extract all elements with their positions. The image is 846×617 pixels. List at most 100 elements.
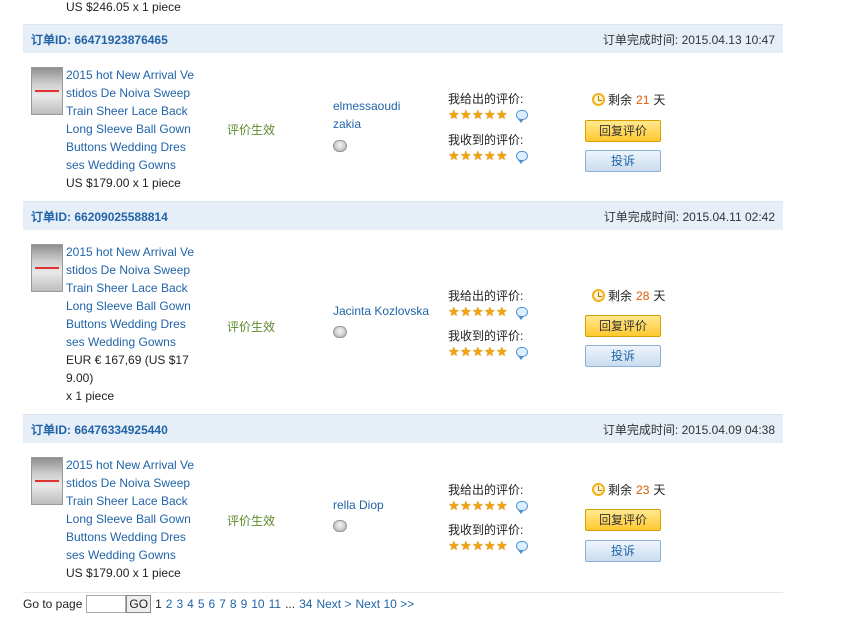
star-icon: ★ — [472, 304, 484, 319]
order-block: 订单ID: 66209025588814 订单完成时间: 2015.04.11 … — [23, 201, 783, 414]
star-icon: ★ — [472, 498, 484, 513]
page-number-input[interactable] — [86, 595, 127, 613]
product-title-link[interactable]: 2015 hot New Arrival Ve stidos De Noiva S… — [66, 456, 198, 564]
star-icon: ★ — [448, 148, 460, 163]
star-icon: ★ — [460, 498, 472, 513]
star-icon: ★ — [448, 498, 460, 513]
received-feedback-stars: ★ ★ ★ ★ ★ — [448, 344, 528, 360]
complain-button[interactable]: 投诉 — [585, 540, 661, 562]
given-feedback-label: 我给出的评价: — [448, 92, 524, 106]
order-body: 2015 hot New Arrival Ve stidos De Noiva S… — [23, 443, 783, 591]
star-icon: ★ — [460, 538, 472, 553]
order-header: 订单ID: 66209025588814 订单完成时间: 2015.04.11 … — [23, 201, 783, 230]
order-complete-time: 订单完成时间: 2015.04.09 04:38 — [602, 422, 775, 437]
star-icon: ★ — [496, 148, 508, 163]
reply-feedback-button[interactable]: 回复评价 — [585, 509, 661, 531]
feedback-status: 评价生效 — [227, 514, 276, 528]
order-id[interactable]: 订单ID: 66471923876465 — [31, 31, 168, 48]
clock-icon — [592, 289, 605, 302]
order-block: 订单ID: 66476334925440 订单完成时间: 2015.04.09 … — [23, 414, 783, 591]
star-icon: ★ — [448, 538, 460, 553]
chat-contact-icon[interactable] — [333, 140, 347, 152]
page-link-5[interactable]: 5 — [198, 597, 205, 611]
star-icon: ★ — [484, 344, 496, 359]
chat-contact-icon[interactable] — [333, 520, 347, 532]
page-link-6[interactable]: 6 — [209, 597, 216, 611]
given-feedback-stars: ★ ★ ★ ★ ★ — [448, 304, 528, 320]
star-icon: ★ — [448, 344, 460, 359]
product-thumbnail[interactable] — [31, 457, 63, 505]
star-icon: ★ — [460, 344, 472, 359]
star-icon: ★ — [472, 344, 484, 359]
product-thumbnail[interactable] — [31, 67, 63, 115]
product-price: US $179.00 x 1 piece — [66, 566, 181, 580]
order-complete-time: 订单完成时间: 2015.04.11 02:42 — [603, 209, 775, 224]
feedback-status: 评价生效 — [227, 123, 276, 137]
received-feedback-label: 我收到的评价: — [448, 133, 524, 147]
page-link-2[interactable]: 2 — [166, 597, 173, 611]
complain-button[interactable]: 投诉 — [585, 345, 661, 367]
go-to-page-label: Go to page — [23, 597, 83, 611]
star-icon: ★ — [484, 148, 496, 163]
product-title-link[interactable]: 2015 hot New Arrival Ve stidos De Noiva S… — [66, 66, 198, 174]
buyer-name-link[interactable]: rella Diop — [333, 496, 423, 514]
pagination: Go to page GO 1 2 3 4 5 6 7 8 9 10 11 ..… — [23, 592, 783, 613]
next-10-pages-link[interactable]: Next 10 >> — [355, 597, 414, 611]
page-link-11[interactable]: 11 — [269, 597, 281, 611]
page-link-7[interactable]: 7 — [219, 597, 226, 611]
order-block: 订单ID: 66471923876465 订单完成时间: 2015.04.13 … — [23, 24, 783, 201]
star-icon: ★ — [472, 107, 484, 122]
received-feedback-label: 我收到的评价: — [448, 523, 524, 537]
star-icon: ★ — [496, 498, 508, 513]
page-link-3[interactable]: 3 — [176, 597, 183, 611]
page-link-4[interactable]: 4 — [187, 597, 194, 611]
comment-icon[interactable] — [516, 151, 528, 164]
clock-icon — [592, 483, 605, 496]
chat-contact-icon[interactable] — [333, 326, 347, 338]
order-header: 订单ID: 66471923876465 订单完成时间: 2015.04.13 … — [23, 24, 783, 53]
star-icon: ★ — [448, 304, 460, 319]
order-header: 订单ID: 66476334925440 订单完成时间: 2015.04.09 … — [23, 414, 783, 443]
previous-order-price: US $246.05 x 1 piece — [66, 0, 181, 14]
days-remaining: 剩余 28 天 — [592, 287, 665, 304]
star-icon: ★ — [496, 344, 508, 359]
comment-icon[interactable] — [516, 347, 528, 360]
order-body: 2015 hot New Arrival Ve stidos De Noiva S… — [23, 230, 783, 414]
comment-icon[interactable] — [516, 307, 528, 320]
page-link-10[interactable]: 10 — [251, 597, 264, 611]
buyer-name-link[interactable]: Jacinta Kozlovska — [333, 302, 443, 320]
star-icon: ★ — [496, 538, 508, 553]
days-remaining: 剩余 23 天 — [592, 481, 665, 498]
received-feedback-stars: ★ ★ ★ ★ ★ — [448, 538, 528, 554]
order-body: 2015 hot New Arrival Ve stidos De Noiva S… — [23, 53, 783, 201]
product-thumbnail[interactable] — [31, 244, 63, 292]
star-icon: ★ — [448, 107, 460, 122]
reply-feedback-button[interactable]: 回复评价 — [585, 315, 661, 337]
comment-icon[interactable] — [516, 110, 528, 123]
star-icon: ★ — [484, 498, 496, 513]
comment-icon[interactable] — [516, 541, 528, 554]
comment-icon[interactable] — [516, 501, 528, 514]
pagination-ellipsis: ... — [285, 597, 296, 611]
star-icon: ★ — [496, 107, 508, 122]
product-title-link[interactable]: 2015 hot New Arrival Ve stidos De Noiva S… — [66, 243, 198, 351]
product-price: US $179.00 x 1 piece — [66, 176, 181, 190]
received-feedback-label: 我收到的评价: — [448, 329, 524, 343]
order-id[interactable]: 订单ID: 66476334925440 — [31, 421, 168, 438]
buyer-name-link[interactable]: elmessaoudi zakia — [333, 97, 423, 133]
page-link-8[interactable]: 8 — [230, 597, 237, 611]
go-button[interactable]: GO — [126, 595, 152, 613]
star-icon: ★ — [472, 538, 484, 553]
days-remaining: 剩余 21 天 — [592, 91, 665, 108]
complain-button[interactable]: 投诉 — [585, 150, 661, 172]
next-page-link[interactable]: Next > — [316, 597, 351, 611]
order-id[interactable]: 订单ID: 66209025588814 — [31, 208, 168, 225]
clock-icon — [592, 93, 605, 106]
star-icon: ★ — [496, 304, 508, 319]
star-icon: ★ — [460, 107, 472, 122]
page-link-9[interactable]: 9 — [241, 597, 248, 611]
reply-feedback-button[interactable]: 回复评价 — [585, 120, 661, 142]
star-icon: ★ — [484, 304, 496, 319]
page-link-last[interactable]: 34 — [299, 597, 312, 611]
given-feedback-stars: ★ ★ ★ ★ ★ — [448, 498, 528, 514]
